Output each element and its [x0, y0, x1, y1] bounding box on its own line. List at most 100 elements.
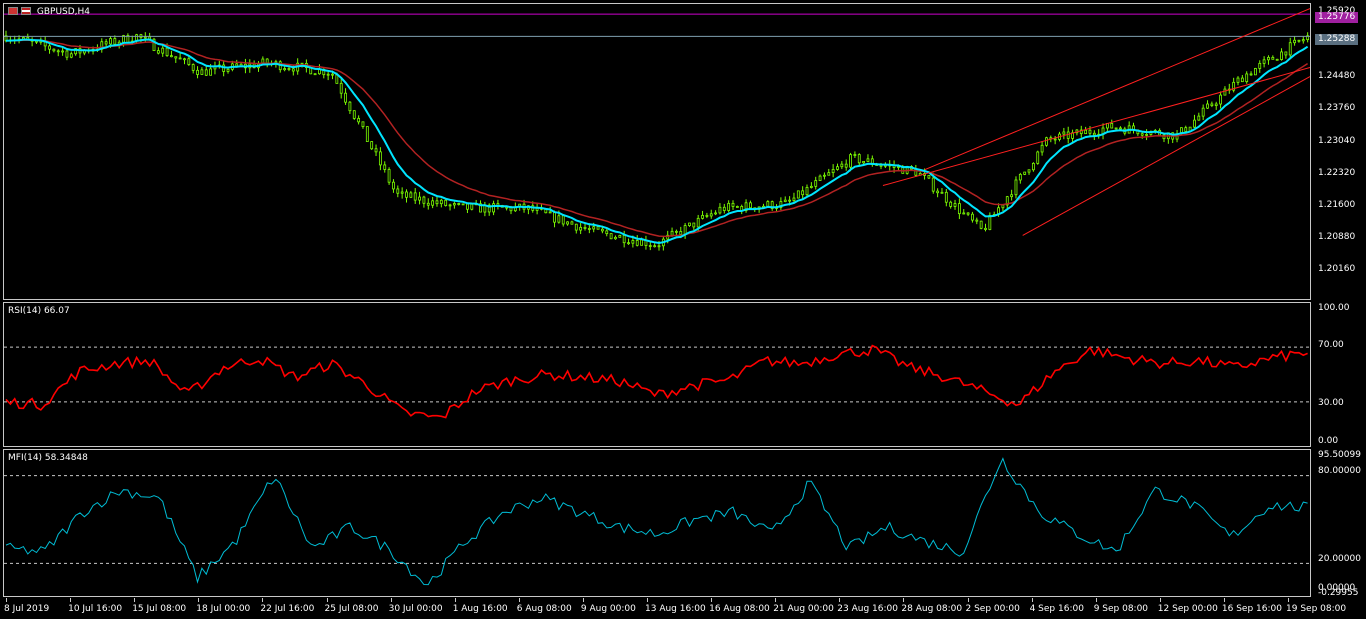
candle-body: [387, 169, 391, 183]
candle-body: [1010, 194, 1014, 198]
rsi-tick: 70.00: [1318, 340, 1344, 350]
candle-body: [439, 199, 443, 205]
mfi-axis[interactable]: 95.50099 80.00000 20.00000 0.00000 -0.29…: [1312, 449, 1366, 598]
time-tick-label: 23 Aug 16:00: [837, 604, 898, 614]
candle-body: [461, 203, 465, 206]
candle-body: [640, 239, 643, 246]
usd-flag-icon: [21, 7, 31, 15]
time-tick-label: 28 Aug 08:00: [901, 604, 963, 614]
rsi-tick: 30.00: [1318, 398, 1344, 408]
candle-body: [174, 56, 178, 59]
candle-body: [766, 201, 770, 207]
price-chart-canvas[interactable]: [4, 4, 1310, 299]
bid-price-tag: 1.25288: [1315, 34, 1359, 45]
candle-body: [1293, 39, 1296, 44]
channel-middle-line: [882, 67, 1310, 187]
candle-body: [962, 212, 966, 215]
candle-body: [452, 203, 456, 206]
candle-body: [605, 230, 609, 235]
rsi-canvas[interactable]: [4, 303, 1310, 446]
candle-body: [679, 231, 683, 235]
candle-body: [209, 68, 213, 76]
candle-body: [627, 242, 630, 245]
time-tick-mark: [647, 598, 648, 602]
rsi-axis[interactable]: 100.00 70.00 30.00 0.00: [1312, 302, 1366, 447]
time-tick-mark: [262, 598, 264, 602]
rsi-pane[interactable]: RSI(14) 66.07: [3, 302, 1311, 447]
candle-body: [1258, 62, 1262, 69]
candle-body: [191, 64, 195, 71]
candle-body: [396, 188, 400, 194]
candle-body: [631, 240, 635, 244]
candle-body: [931, 177, 935, 192]
candle-body: [862, 160, 866, 164]
candle-body: [1288, 42, 1292, 56]
candle-body: [1045, 137, 1048, 146]
time-tick-label: 12 Sep 00:00: [1157, 604, 1218, 614]
candle-body: [1201, 107, 1205, 117]
candle-body: [827, 172, 831, 176]
candle-body: [339, 82, 343, 94]
candle-body: [975, 219, 979, 222]
candle-body: [331, 73, 334, 76]
candle-body: [283, 68, 287, 71]
candle-body: [1119, 127, 1122, 130]
candle-body: [592, 226, 596, 230]
mfi-pane[interactable]: MFI(14) 58.34848: [3, 449, 1311, 597]
mfi-tick: 95.50099: [1318, 450, 1361, 460]
candle-body: [365, 126, 369, 142]
candle-body: [796, 190, 800, 199]
time-axis[interactable]: 8 Jul 2019 10 Jul 16:00 15 Jul 08:00 18 Jul…: [0, 598, 1346, 619]
time-tick-label: 16 Sep 16:00: [1221, 604, 1282, 614]
candle-body: [56, 50, 60, 53]
price-tick: 1.23760: [1318, 103, 1356, 113]
candle-body: [178, 57, 182, 60]
candle-body: [957, 203, 961, 215]
price-tick: 1.23040: [1318, 136, 1356, 146]
candle-body: [601, 228, 604, 232]
time-tick-mark: [1095, 598, 1097, 602]
candle-body: [1193, 119, 1196, 128]
price-axis[interactable]: 1.25920 1.25200 1.24480 1.23760 1.23040 …: [1312, 3, 1366, 300]
candle-body: [574, 223, 578, 231]
candle-body: [1062, 131, 1066, 135]
candle-body: [696, 217, 700, 228]
candle-body: [492, 203, 495, 213]
time-tick-mark: [839, 598, 841, 602]
price-tick: 1.20160: [1318, 264, 1356, 274]
candle-body: [618, 235, 622, 238]
candle-body: [849, 154, 852, 168]
time-tick-mark: [1288, 598, 1289, 602]
candle-body: [457, 203, 461, 205]
candle-body: [65, 50, 69, 58]
candle-body: [466, 203, 469, 210]
candle-body: [383, 164, 387, 170]
candle-body: [866, 158, 870, 162]
price-chart-pane[interactable]: GBPUSD,H4: [3, 3, 1311, 300]
time-tick-label: 2 Sep 00:00: [965, 604, 1020, 614]
candle-body: [378, 151, 382, 166]
gbp-flag-icon: [8, 7, 18, 15]
candle-body: [731, 202, 735, 207]
channel-lower-line: [1022, 76, 1310, 236]
price-tick: 1.24480: [1318, 71, 1356, 81]
candle-body: [718, 206, 722, 214]
candle-body: [1280, 51, 1283, 60]
candle-body: [675, 230, 678, 233]
candle-body: [400, 191, 404, 194]
candle-body: [448, 204, 452, 207]
candle-body: [1197, 115, 1201, 121]
candle-body: [966, 212, 970, 215]
candle-body: [557, 215, 561, 223]
time-tick-label: 15 Jul 08:00: [132, 604, 187, 614]
candle-body: [1001, 204, 1005, 209]
candle-body: [344, 92, 347, 103]
candle-body: [979, 220, 983, 229]
candle-body: [801, 190, 805, 196]
candle-body: [1223, 88, 1227, 96]
mfi-canvas[interactable]: [4, 450, 1310, 596]
time-tick-mark: [967, 598, 969, 602]
rsi-tick: 0.00: [1318, 436, 1339, 446]
candle-body: [470, 203, 474, 210]
candle-body: [1084, 129, 1088, 135]
